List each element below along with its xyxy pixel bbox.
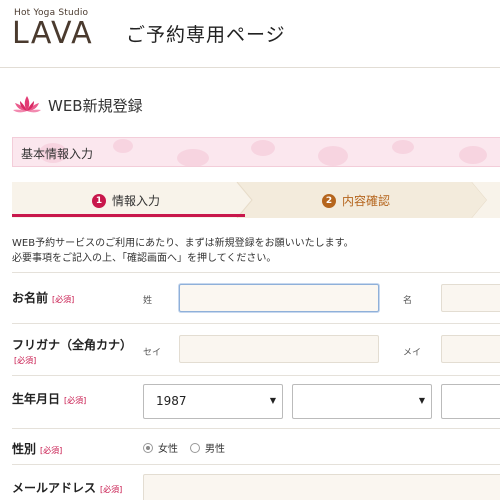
birthdate-label-text: 生年月日 — [12, 392, 61, 406]
required-badge: [必須] — [52, 295, 75, 304]
gender-option-label: 男性 — [205, 444, 225, 455]
email-label-text: メールアドレス — [12, 481, 97, 495]
last-name-input[interactable] — [179, 284, 379, 312]
intro-text: WEB予約サービスのご利用にあたり、まずは新規登録をお願いいたします。 必要事項… — [12, 236, 354, 266]
birth-year-select[interactable]: 1987 ▼ — [143, 384, 283, 419]
first-name-input[interactable] — [441, 284, 500, 312]
required-badge: [必須] — [100, 485, 123, 494]
last-kana-input[interactable] — [179, 335, 379, 363]
progress-steps: 1 情報入力 2 内容確認 — [12, 182, 500, 218]
radio-checked-icon — [143, 442, 153, 453]
name-label: お名前 [必須] — [12, 289, 74, 306]
required-badge: [必須] — [14, 356, 37, 365]
caret-down-icon: ▼ — [269, 396, 276, 405]
caret-down-icon: ▼ — [418, 396, 425, 405]
gender-option-label: 女性 — [158, 444, 178, 455]
lotus-icon — [13, 96, 41, 113]
step-2: 2 内容確認 — [322, 192, 390, 209]
steps-background — [12, 182, 500, 218]
birth-year-value: 1987 — [156, 394, 187, 408]
header-divider — [0, 67, 500, 68]
info-bar-title: 基本情報入力 — [21, 147, 94, 161]
first-name-sublabel: 名 — [403, 296, 413, 306]
form-divider — [12, 375, 500, 376]
name-label-text: お名前 — [12, 291, 49, 305]
gender-option-male[interactable]: 男性 — [190, 440, 225, 455]
logo[interactable]: LAVA — [12, 17, 93, 51]
form-divider — [12, 428, 500, 429]
birth-month-select[interactable]: ▼ — [292, 384, 432, 419]
email-label: メールアドレス [必須] — [12, 479, 122, 496]
last-name-sublabel: 姓 — [143, 296, 153, 306]
step-1: 1 情報入力 — [92, 192, 160, 209]
step-1-label: 情報入力 — [112, 194, 161, 208]
info-bar: 基本情報入力 — [12, 137, 500, 167]
site-header: Hot Yoga Studio LAVA ご予約専用ページ — [0, 0, 500, 64]
page-title: ご予約専用ページ — [126, 24, 286, 46]
radio-unchecked-icon — [190, 442, 200, 453]
form-divider — [12, 323, 500, 324]
first-kana-input[interactable] — [441, 335, 500, 363]
email-input[interactable] — [143, 474, 500, 500]
section-title: WEB新規登録 — [48, 96, 143, 115]
gender-label-text: 性別 — [12, 442, 37, 456]
required-badge: [必須] — [40, 446, 63, 455]
required-badge: [必須] — [64, 396, 87, 405]
first-kana-sublabel: メイ — [403, 348, 422, 358]
form-divider — [12, 272, 500, 273]
intro-line-2: 必要事項をご記入の上、「確認画面へ」を押してください。 — [12, 253, 277, 264]
last-kana-sublabel: セイ — [143, 348, 162, 358]
form-divider — [12, 464, 500, 465]
birth-day-select[interactable] — [441, 384, 500, 419]
birthdate-label: 生年月日 [必須] — [12, 390, 86, 407]
step-2-label: 内容確認 — [342, 194, 391, 208]
gender-label: 性別 [必須] — [12, 440, 62, 457]
kana-label: フリガナ（全角カナ） — [12, 338, 133, 352]
step-1-number: 1 — [92, 193, 106, 208]
gender-option-female[interactable]: 女性 — [143, 440, 178, 455]
intro-line-1: WEB予約サービスのご利用にあたり、まずは新規登録をお願いいたします。 — [12, 238, 354, 249]
step-2-number: 2 — [322, 193, 336, 208]
section-heading: WEB新規登録 — [12, 92, 143, 118]
